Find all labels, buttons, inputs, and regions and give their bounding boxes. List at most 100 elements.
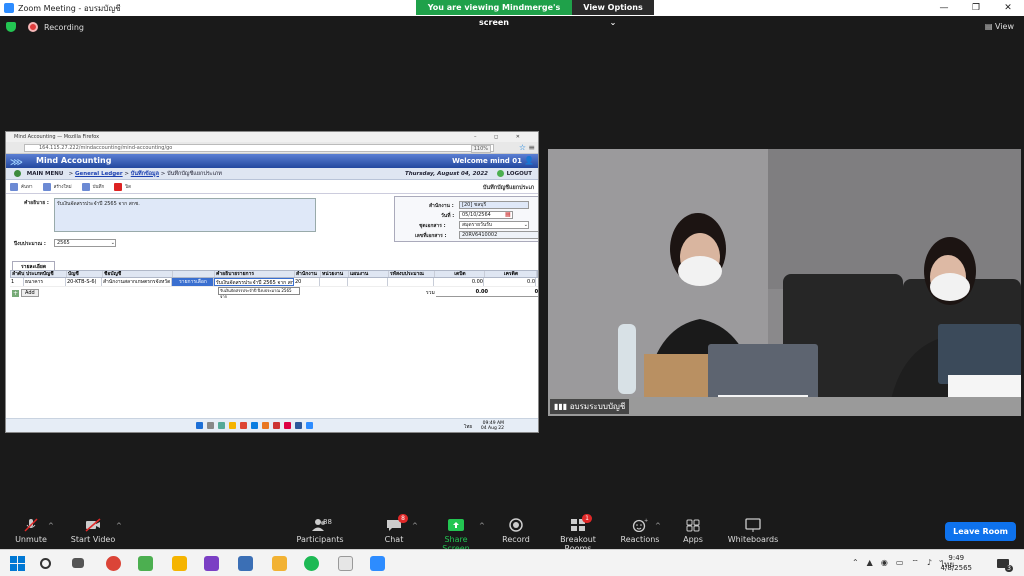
app-icon[interactable] (172, 556, 187, 571)
select-item-button[interactable]: รายการเลือก (172, 278, 214, 286)
autocomplete-suggestion[interactable]: รับเงินจัดสรรประจำปี ปีงบประมาณ 2565 จาก (218, 287, 300, 299)
crumb-data-entry[interactable]: บันทึกข้อมูล (131, 171, 159, 177)
calendar-icon[interactable]: ▦ (505, 211, 511, 218)
ledger-grid: ลำดับ ประเภทบัญชี บัญชี ชื่อบัญชี คำอธิบ… (10, 270, 538, 299)
add-row-button[interactable]: + Add (12, 289, 39, 297)
tray-app-icon[interactable]: ▲ (867, 558, 873, 571)
main-menu-link[interactable]: MAIN MENU (27, 171, 64, 177)
cell-budget-select[interactable] (388, 278, 434, 286)
windows-taskbar: ⌃ ▲ ◉ ▭ ⌔ ♪ ไทย 9:49 4/8/2565 3 (0, 549, 1024, 576)
share-screen-button[interactable]: Share Screen (432, 518, 480, 553)
zoom-icon (306, 422, 313, 429)
zoom-logo-icon (4, 3, 14, 13)
col-account-type: ประเภทบัญชี (25, 271, 67, 277)
reactions-options-chevron[interactable]: ^ (655, 522, 661, 530)
app-icon (284, 422, 291, 429)
task-view-icon[interactable] (72, 558, 84, 568)
crumb-general-ledger[interactable]: General Ledger (75, 171, 123, 177)
search-icon[interactable] (40, 558, 51, 569)
firefox-menu-icon[interactable]: ≡ (528, 142, 535, 154)
cell-description-input[interactable]: รับเงินจัดสรรประจำปี 2565 จาก สกช. (214, 278, 294, 286)
close-button[interactable]: ✕ (992, 0, 1024, 16)
windows-start-icon[interactable] (10, 556, 25, 571)
col-debit: เดบิต (435, 271, 485, 277)
reactions-button[interactable]: + Reactions (620, 518, 660, 544)
search-button[interactable]: ค้นหา (10, 182, 33, 191)
docno-field: 20RV6410002 (459, 231, 538, 239)
maximize-button[interactable]: ❐ (960, 0, 992, 16)
close-record-button[interactable]: ปิด (114, 182, 131, 191)
participants-button[interactable]: 88 Participants (296, 518, 344, 544)
volume-icon[interactable]: ♪ (927, 558, 932, 571)
search-icon (207, 422, 214, 429)
view-options-button[interactable]: View Options ⌄ (572, 0, 654, 27)
participant-video[interactable]: ▮▮▮ อบรมระบบบัญชี (548, 149, 1021, 416)
page-title: บันทึกบัญชีแยกประเภ (482, 185, 534, 191)
app-icon (251, 422, 258, 429)
wifi-icon[interactable]: ⌔ (911, 558, 919, 571)
video-options-chevron[interactable]: ^ (116, 522, 122, 530)
chrome-icon[interactable] (106, 556, 121, 571)
grid-view-icon: ▤ (984, 22, 996, 31)
notification-icon[interactable]: 3 (996, 556, 1013, 572)
visual-studio-icon[interactable] (204, 556, 219, 571)
cell-plan-select[interactable] (348, 278, 388, 286)
folder-icon[interactable] (272, 556, 287, 571)
security-shield-icon[interactable] (6, 22, 16, 32)
app-icon[interactable] (238, 556, 253, 571)
logout-button[interactable]: LOGOUT (496, 168, 532, 180)
spotify-icon[interactable] (304, 556, 319, 571)
fiscal-year-select[interactable]: 2565 ⌄ (54, 239, 116, 247)
tray-app-icon[interactable]: ◉ (881, 558, 888, 571)
app-icon[interactable] (138, 556, 153, 571)
window-controls: — ❐ ✕ (928, 0, 1024, 16)
share-banner-message: You are viewing Mindmerge's screen (416, 0, 572, 27)
cell-credit[interactable]: 0.0 (484, 278, 536, 286)
start-video-button[interactable]: Start Video (70, 518, 116, 544)
url-field[interactable]: 164.115.27.222/mindaccounting/mind-accou… (24, 144, 494, 153)
bookmark-star-icon[interactable]: ☆ (519, 142, 526, 154)
date-label: วันที่ : (441, 213, 455, 219)
battery-icon[interactable]: ▭ (896, 558, 904, 571)
firefox-title: Mind Accounting — Mozilla Firefox (14, 134, 100, 140)
cell-account[interactable]: 20-KTB-S-6( (66, 278, 102, 286)
save-button[interactable]: บันทึก (81, 182, 104, 191)
minimize-button[interactable]: — (928, 0, 960, 16)
video-off-icon (85, 518, 101, 532)
record-button[interactable]: Record (500, 518, 532, 544)
cell-office[interactable]: 20 (294, 278, 320, 286)
new-button[interactable]: สร้างใหม่ (42, 182, 72, 191)
cell-unit-select[interactable] (320, 278, 348, 286)
breakout-rooms-button[interactable]: 1 Breakout Rooms (546, 514, 610, 553)
remote-taskbar-icons (196, 422, 313, 429)
total-credit: 0. (488, 289, 538, 297)
zoom-icon[interactable] (370, 556, 385, 571)
system-clock[interactable]: 9:49 4/8/2565 (941, 553, 972, 573)
table-row[interactable]: 1 ธนาคาร 20-KTB-S-6( สำนักงานสลากเกษตรกร… (10, 278, 538, 287)
app-icon[interactable] (338, 556, 353, 571)
doctype-select[interactable]: สมุดรายวันรับ ⌄ (459, 221, 529, 229)
description-input[interactable]: รับเงินจัดสรรประจำปี 2565 จาก สกช. (54, 198, 316, 232)
chrome-icon (240, 422, 247, 429)
share-options-chevron[interactable]: ^ (479, 522, 485, 530)
chat-options-chevron[interactable]: ^ (412, 522, 418, 530)
office-field[interactable]: [20] ชลบุรี (459, 201, 529, 209)
save-icon (81, 182, 90, 191)
col-account-name: ชื่อบัญชี (103, 271, 173, 277)
system-tray: ⌃ ▲ ◉ ▭ ⌔ ♪ ไทย (852, 558, 954, 571)
cell-account-type[interactable]: ธนาคาร (24, 278, 66, 286)
unmute-options-chevron[interactable]: ^ (48, 522, 54, 530)
office-label: สำนักงาน : (429, 203, 454, 209)
tray-chevron-icon[interactable]: ⌃ (852, 558, 859, 571)
whiteboards-button[interactable]: Whiteboards (726, 518, 780, 544)
leave-room-button[interactable]: Leave Room (945, 522, 1016, 541)
chat-button[interactable]: 8 Chat (382, 514, 408, 544)
home-icon[interactable] (14, 170, 21, 177)
unmute-button[interactable]: Unmute (14, 518, 48, 544)
view-button[interactable]: ▤ View (985, 22, 1014, 31)
app-brand: Mind Accounting (36, 156, 112, 165)
cell-debit[interactable]: 0.00 (434, 278, 484, 286)
breakout-rooms-icon: 1 (570, 514, 592, 532)
apps-button[interactable]: Apps (678, 518, 708, 544)
col-description: คำอธิบายรายการ (215, 271, 295, 277)
